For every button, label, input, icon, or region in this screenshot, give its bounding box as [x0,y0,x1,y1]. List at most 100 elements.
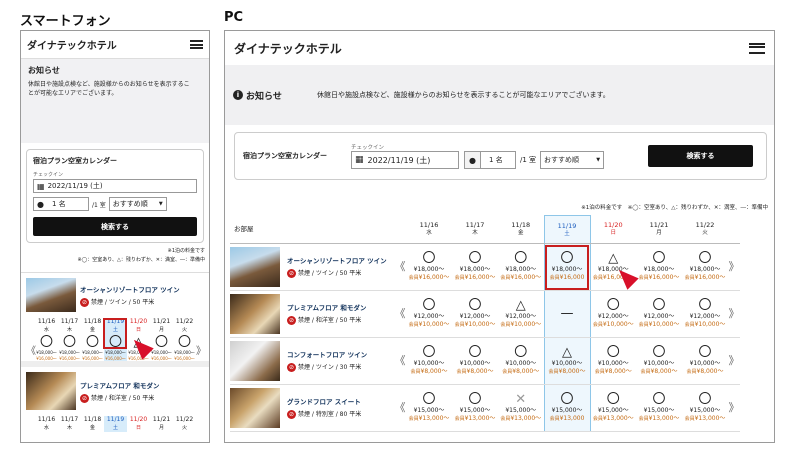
prev-arrow-icon[interactable]: 《 [394,384,406,432]
availability-cell[interactable]: ✕ ¥15,000～ 会員¥13,000～ [498,384,544,432]
room-spec: 禁煙 / 特別室 / 80 平米 [298,410,362,418]
sp-search-button[interactable]: 検索する [33,217,197,236]
sp-persons-input[interactable]: ● 1 名 [33,197,89,211]
availability-cell[interactable]: 〇 ¥12,000～ 会員¥10,000～ [636,290,682,338]
availability-cell[interactable]: 〇 ¥18,000～ 会員¥16,000～ [452,243,498,291]
sp-room-spec: 禁煙 / ツイン / 50 平米 [91,298,155,306]
pc-legend-note: ※1泊の料金です ※◯：空室あり、△：残りわずか、✕：満室、―：準備中 [581,205,768,211]
availability-cell[interactable]: 〇 ¥12,000～ 会員¥10,000～ [682,290,728,338]
availability-symbol: 〇 [422,345,436,360]
availability-cell[interactable]: 〇 ¥10,000～ 会員¥8,000～ [590,337,636,385]
regular-price: ¥15,000～ [597,407,629,414]
pc-date-input[interactable]: ▦ 2022/11/19 (土) [351,151,459,169]
sp-date-header: 11/20 日 [127,318,150,334]
pc-sort-select[interactable]: おすすめ順 ▼ [540,151,605,169]
availability-cell[interactable]: 〇 ¥18,000～ 会員¥16,000～ [406,243,452,291]
availability-cell[interactable]: 〇 ¥12,000～ 会員¥10,000～ [406,290,452,338]
sp-availability-cell[interactable]: 〇 ¥18,000～ ¥16,000～ [150,334,173,364]
date-label: 11/22 [695,221,715,230]
availability-cell[interactable]: 〇 ¥15,000～ 会員¥13,000～ [682,384,728,432]
sp-date-label: 11/19 [106,416,125,423]
availability-cell[interactable]: 〇 ¥18,000～ 会員¥16,000～ [498,243,544,291]
room-name[interactable]: オーシャンリゾートフロア ツイン [287,257,394,265]
sp-date-label: 11/22 [175,318,194,325]
member-label: 会員 [454,416,465,422]
availability-cell[interactable]: 〇 ¥10,000～ 会員¥8,000～ [452,337,498,385]
availability-cell[interactable]: 〇 ¥10,000～ 会員¥8,000～ [498,337,544,385]
availability-cell[interactable]: 〇 ¥10,000～ 会員¥8,000～ [682,337,728,385]
prev-arrow-icon[interactable]: 《 [394,337,406,385]
availability-cell[interactable]: 〇 ¥18,000～ 会員¥16,000 [543,243,591,291]
pc-search-button[interactable]: 検索する [648,145,753,167]
availability-cell[interactable]: 〇 ¥12,000～ 会員¥10,000～ [452,290,498,338]
sp-room-name[interactable]: オーシャンリゾートフロア ツイン [80,284,180,294]
member-label: 会員 [640,369,651,375]
room-image-cell [230,337,282,385]
no-smoking-icon: ⊘ [80,393,89,403]
availability-cell[interactable]: 〇 ¥10,000～ 会員¥8,000～ [406,337,452,385]
prev-arrow-icon[interactable]: 《 [394,243,406,291]
availability-cell[interactable]: △ ¥10,000～ 会員¥8,000～ [543,337,591,385]
next-arrow-icon[interactable]: 》 [728,384,740,432]
sp-room-name[interactable]: プレミアムフロア 和モダン [80,380,159,390]
sp-date-label: 11/20 [129,318,148,325]
regular-price: ¥18,000～ [459,266,491,273]
next-arrow-icon[interactable]: 》 [728,337,740,385]
availability-symbol: 〇 [468,392,482,407]
sp-weekday-label: 木 [66,327,72,333]
availability-cell[interactable]: 〇 ¥18,000～ 会員¥16,000～ [682,243,728,291]
availability-cell[interactable]: 〇 ¥15,000～ 会員¥13,000 [543,384,591,432]
availability-cell[interactable]: 〇 ¥12,000～ 会員¥10,000～ [590,290,636,338]
room-row: コンフォートフロア ツイン ⊘ 禁煙 / ツイン / 30 平米《〇 ¥10,000～… [230,337,740,385]
spacer [394,215,406,244]
next-arrow-icon[interactable]: 》 [728,290,740,338]
availability-symbol: — [560,306,574,321]
sp-availability-cell[interactable]: 〇 ¥18,000～ ¥16,000～ [173,334,196,364]
availability-cell[interactable]: △ ¥12,000～ 会員¥10,000～ [498,290,544,338]
availability-cell[interactable]: 〇 ¥18,000～ 会員¥16,000～ [636,243,682,291]
sp-calendar-title: 宿泊プラン空室カレンダー [33,157,117,165]
regular-price: ¥18,000～ [689,266,721,273]
member-price: ¥10,000～ [418,321,450,328]
prev-arrow-icon[interactable]: 《 [26,342,36,357]
sp-availability-cell[interactable]: 〇 ¥18,000～ ¥16,000～ [58,334,81,364]
room-info: コンフォートフロア ツイン ⊘ 禁煙 / ツイン / 30 平米 [282,337,394,385]
room-name[interactable]: プレミアムフロア 和モダン [287,304,394,312]
menu-icon[interactable] [749,42,765,54]
member-price: ¥13,000～ [602,415,634,422]
menu-icon[interactable] [190,40,203,49]
sp-availability-cell[interactable]: 〇 ¥18,000～ ¥16,000～ [81,334,104,364]
availability-cell[interactable]: 〇 ¥15,000～ 会員¥13,000～ [452,384,498,432]
pc-calendar-form: 宿泊プラン空室カレンダー チェックイン ▦ 2022/11/19 (土) ● 1… [234,132,767,180]
pc-persons-value: 1 名 [489,156,503,164]
sp-availability-cell[interactable]: 〇 ¥18,000～ ¥16,000～ [35,334,58,364]
member-price: ¥8,000～ [466,368,494,375]
sp-date-input[interactable]: ▦ 2022/11/19 (土) [33,179,197,193]
date-header: 11/18 金 [498,215,544,244]
pc-persons-input[interactable]: ● 1 名 [464,151,516,169]
availability-cell[interactable]: 〇 ¥10,000～ 会員¥8,000～ [636,337,682,385]
member-price: ¥13,000～ [418,415,450,422]
date-label: 11/16 [419,221,439,230]
member-price: ¥16,000～ [464,274,496,281]
chevron-down-icon: ▼ [596,157,601,163]
member-price: ¥8,000～ [650,368,678,375]
member-label: 会員 [548,369,559,375]
member-label: 会員 [500,322,511,328]
room-row: オーシャンリゾートフロア ツイン ⊘ 禁煙 / ツイン / 50 平米《〇 ¥18,0… [230,243,740,291]
sp-sort-select[interactable]: おすすめ順 ▼ [108,197,167,211]
availability-cell[interactable]: 〇 ¥15,000～ 会員¥13,000～ [636,384,682,432]
next-arrow-icon[interactable]: 》 [196,342,206,357]
regular-price: ¥10,000～ [597,360,629,367]
availability-cell[interactable]: — [543,290,591,338]
availability-cell[interactable]: 〇 ¥15,000～ 会員¥13,000～ [406,384,452,432]
regular-price: ¥10,000～ [689,360,721,367]
availability-cell[interactable]: 〇 ¥15,000～ 会員¥13,000～ [590,384,636,432]
member-price: ¥16,000～ [648,274,680,281]
room-name[interactable]: グランドフロア スイート [287,398,394,406]
prev-arrow-icon[interactable]: 《 [394,290,406,338]
next-arrow-icon[interactable]: 》 [728,243,740,291]
weekday-label: 水 [426,230,432,237]
regular-price: ¥10,000～ [505,360,537,367]
room-name[interactable]: コンフォートフロア ツイン [287,351,394,359]
